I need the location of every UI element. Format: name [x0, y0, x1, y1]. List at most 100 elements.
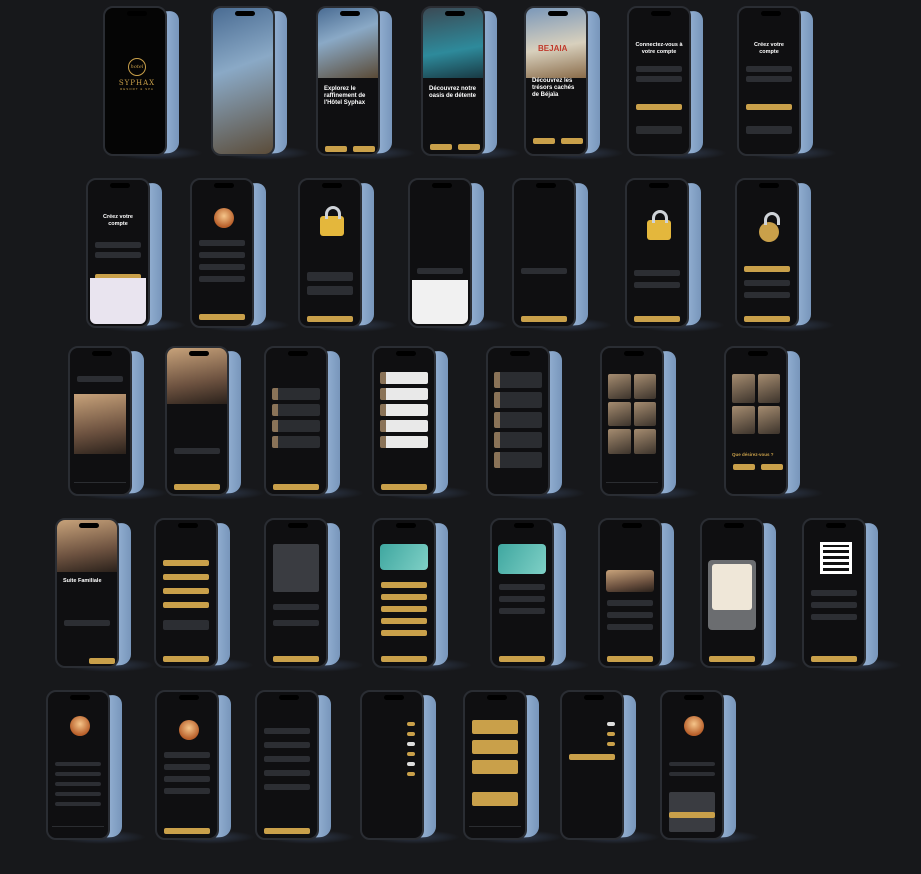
phone-booking-form[interactable]: [154, 518, 254, 672]
room-tile[interactable]: [608, 429, 631, 454]
phone-date-picker[interactable]: [264, 518, 364, 672]
phone-success[interactable]: [735, 178, 835, 332]
form-field[interactable]: [199, 264, 245, 270]
confirm-button[interactable]: [607, 656, 653, 662]
toggle-switch[interactable]: [407, 742, 415, 746]
list-item[interactable]: [494, 432, 542, 448]
form-field[interactable]: [163, 560, 209, 566]
form-field[interactable]: [164, 788, 210, 794]
phone-logout[interactable]: [660, 690, 760, 844]
form-field[interactable]: [264, 756, 310, 762]
otp-input[interactable]: [417, 268, 463, 274]
room-tile[interactable]: [633, 401, 656, 427]
book-button[interactable]: [174, 484, 220, 490]
password-field[interactable]: [634, 270, 680, 276]
bottom-navigation[interactable]: [606, 482, 658, 488]
card-holder-field[interactable]: [499, 596, 545, 602]
phone-otp-keypad[interactable]: [408, 178, 508, 332]
menu-item[interactable]: [55, 792, 101, 796]
form-field[interactable]: [163, 602, 209, 608]
toggle-switch[interactable]: [407, 752, 415, 756]
next-button[interactable]: [561, 138, 583, 144]
notes-field[interactable]: [163, 620, 209, 630]
phone-reviews[interactable]: [264, 346, 364, 500]
save-button[interactable]: [264, 828, 310, 834]
email-field[interactable]: [95, 242, 141, 248]
room-tile[interactable]: [732, 405, 755, 434]
toggle-switch[interactable]: [607, 732, 615, 736]
email-field[interactable]: [636, 66, 682, 72]
phone-room-detail[interactable]: [165, 346, 265, 500]
payment-option[interactable]: [381, 630, 427, 636]
signup-button[interactable]: [746, 104, 792, 110]
social-login-row[interactable]: [636, 126, 682, 134]
phone-add-card[interactable]: [490, 518, 590, 672]
phone-new-password[interactable]: [625, 178, 725, 332]
notification-card[interactable]: [472, 792, 518, 806]
next-button[interactable]: [458, 144, 480, 150]
menu-item[interactable]: [669, 762, 715, 766]
form-field[interactable]: [164, 776, 210, 782]
room-tile[interactable]: [757, 405, 780, 434]
room-grid[interactable]: [732, 374, 780, 434]
continue-button[interactable]: [744, 316, 790, 322]
form-field[interactable]: [199, 276, 245, 282]
continue-button[interactable]: [634, 316, 680, 322]
phone-profile[interactable]: [46, 690, 146, 844]
numeric-keypad[interactable]: [412, 280, 468, 324]
phone-onboarding-1[interactable]: Explorez le raffinement de l'Hôtel Sypha…: [316, 6, 416, 160]
toggle-switch[interactable]: [407, 732, 415, 736]
room-tile[interactable]: [757, 374, 780, 403]
phone-edit-profile-fields[interactable]: [255, 690, 355, 844]
list-item[interactable]: [494, 372, 542, 388]
calendar[interactable]: [273, 544, 319, 592]
phone-home[interactable]: [68, 346, 168, 500]
success-modal[interactable]: [708, 560, 756, 630]
avatar[interactable]: [214, 208, 234, 228]
menu-item[interactable]: [55, 782, 101, 786]
phone-onboarding-3[interactable]: BEJAIA Découvrez les trésors cachés de B…: [524, 6, 624, 160]
toggle-switch[interactable]: [607, 722, 615, 726]
card-number-field[interactable]: [499, 584, 545, 590]
room-tile[interactable]: [633, 374, 656, 399]
list-item[interactable]: [494, 452, 542, 468]
toggle-switch[interactable]: [407, 762, 415, 766]
password-field[interactable]: [95, 252, 141, 258]
phone-notification-settings[interactable]: [360, 690, 460, 844]
featured-room-photo[interactable]: [74, 394, 126, 454]
phone-splash-photo[interactable]: [211, 6, 311, 160]
password-field[interactable]: [746, 76, 792, 82]
notification-card[interactable]: [472, 740, 518, 754]
phone-payment[interactable]: [372, 518, 472, 672]
room-tile[interactable]: [608, 401, 631, 427]
avatar[interactable]: [70, 716, 90, 736]
payment-card[interactable]: [380, 544, 428, 570]
avatar[interactable]: [179, 720, 199, 740]
book-button[interactable]: [273, 484, 319, 490]
room-grid[interactable]: [608, 374, 656, 454]
phone-room-list[interactable]: [486, 346, 586, 500]
avatar[interactable]: [684, 716, 704, 736]
book-now-button[interactable]: [89, 658, 115, 664]
continue-button[interactable]: [273, 656, 319, 662]
form-field[interactable]: [163, 574, 209, 580]
phone-security[interactable]: [560, 690, 660, 844]
book-button[interactable]: [381, 484, 427, 490]
form-field[interactable]: [264, 742, 310, 748]
prev-button[interactable]: [533, 138, 555, 144]
social-login-row[interactable]: [746, 126, 792, 134]
sms-option[interactable]: [307, 272, 353, 281]
verify-button[interactable]: [521, 316, 567, 322]
form-field[interactable]: [744, 292, 790, 298]
toggle-switch[interactable]: [407, 722, 415, 726]
toggle-switch[interactable]: [607, 742, 615, 746]
phone-edit-profile[interactable]: [155, 690, 255, 844]
continue-button[interactable]: [163, 656, 209, 662]
phone-suite-detail[interactable]: Suite Familiale: [55, 518, 155, 672]
form-field[interactable]: [163, 588, 209, 594]
continue-button[interactable]: [199, 314, 245, 320]
change-password-button[interactable]: [569, 754, 615, 760]
save-button[interactable]: [164, 828, 210, 834]
payment-option[interactable]: [381, 606, 427, 612]
room-list[interactable]: [494, 372, 542, 472]
